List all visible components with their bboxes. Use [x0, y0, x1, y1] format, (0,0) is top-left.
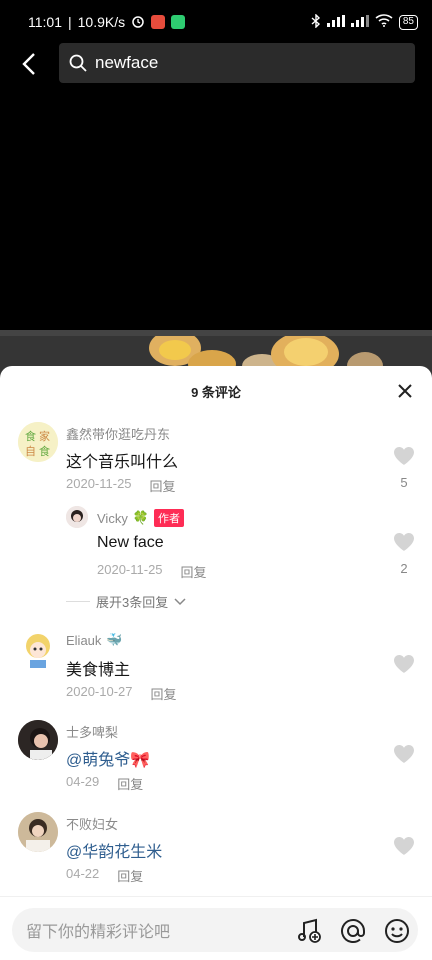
- mention-link[interactable]: @华韵花生米: [66, 838, 162, 862]
- close-icon: [398, 384, 412, 398]
- status-bar: 11:01 | 10.9K/s 85: [0, 0, 432, 44]
- comment-meta: 04-29 回复: [66, 774, 143, 793]
- avatar[interactable]: [18, 630, 58, 670]
- comment-text: 这个音乐叫什么: [66, 454, 179, 471]
- app-notification-icon: [151, 15, 166, 29]
- comment-input-placeholder: 留下你的精彩评论吧: [26, 924, 171, 941]
- reply-item[interactable]: Vicky 🍀 作者 New face 2020-11-25 回复 2: [0, 506, 432, 586]
- comment-username[interactable]: Eliauk 🐳: [66, 632, 123, 648]
- search-input[interactable]: newface: [59, 43, 415, 83]
- comment-username[interactable]: 鑫然带你逛吃丹东: [66, 424, 170, 443]
- comment-username[interactable]: 不败妇女: [66, 814, 118, 833]
- reply-button[interactable]: 回复: [151, 684, 177, 703]
- battery-level: 85: [398, 14, 418, 30]
- status-separator: |: [68, 14, 72, 30]
- comment-item[interactable]: Eliauk 🐳 美食博主 2020-10-27 回复: [0, 628, 432, 708]
- heart-icon: [394, 745, 414, 763]
- status-time: 11:01: [28, 14, 62, 30]
- username-text[interactable]: Vicky: [97, 511, 128, 526]
- expand-replies-button[interactable]: 展开3条回复: [66, 592, 186, 611]
- avatar[interactable]: 食家自食: [18, 422, 58, 462]
- like-count: 5: [400, 475, 408, 490]
- comment-date: 2020-11-25: [66, 476, 132, 491]
- search-header: newface: [0, 40, 432, 88]
- signal-icon-2: [350, 14, 369, 30]
- comment-date: 04-29: [66, 774, 100, 789]
- comment-date: 2020-10-27: [66, 684, 133, 699]
- comment-date: 04-22: [66, 866, 100, 881]
- svg-text:家: 家: [39, 429, 50, 443]
- network-speed: 10.9K/s: [77, 14, 126, 30]
- chevron-left-icon: [22, 53, 35, 75]
- heart-icon: [394, 837, 414, 855]
- comment-username[interactable]: 士多啤梨: [66, 722, 118, 741]
- close-button[interactable]: [398, 384, 414, 400]
- comments-sheet: 9 条评论 食家自食 鑫然带你逛吃丹东 这个音乐叫什么 2020-11-25 回…: [0, 366, 432, 960]
- reply-button[interactable]: 回复: [181, 562, 207, 581]
- avatar[interactable]: [66, 506, 88, 528]
- comment-item[interactable]: 士多啤梨 @萌兔爷🎀 04-29 回复: [0, 718, 432, 798]
- username-text[interactable]: 鑫然带你逛吃丹东: [66, 424, 170, 443]
- reply-button[interactable]: 回复: [117, 774, 143, 793]
- chevron-down-icon: [174, 597, 186, 605]
- mention-button[interactable]: [339, 917, 367, 945]
- like-button[interactable]: [392, 744, 416, 769]
- comment-date: 2020-11-25: [97, 562, 163, 577]
- comment-text: New face: [97, 534, 164, 551]
- like-button[interactable]: 2: [392, 532, 416, 576]
- author-badge: 作者: [154, 509, 185, 527]
- emoji-button[interactable]: [383, 917, 411, 945]
- comment-meta: 2020-10-27 回复: [66, 684, 177, 703]
- music-add-button[interactable]: [296, 917, 324, 945]
- username-text[interactable]: 士多啤梨: [66, 722, 118, 741]
- comments-header: 9 条评论: [0, 366, 432, 414]
- username-text[interactable]: 不败妇女: [66, 814, 118, 833]
- back-button[interactable]: [0, 40, 58, 88]
- username-text[interactable]: Eliauk: [66, 633, 101, 648]
- search-query: newface: [95, 53, 159, 72]
- bluetooth-icon: [311, 12, 321, 31]
- comment-item[interactable]: 食家自食 鑫然带你逛吃丹东 这个音乐叫什么 2020-11-25 回复 5: [0, 420, 432, 500]
- like-button[interactable]: 5: [392, 446, 416, 490]
- avatar[interactable]: [18, 720, 58, 760]
- clover-emoji: 🍀: [132, 510, 150, 525]
- alarm-icon: [131, 14, 145, 31]
- search-icon: [69, 54, 87, 72]
- comment-meta: 2020-11-25 回复: [97, 562, 207, 581]
- comment-text: 美食博主: [66, 662, 131, 679]
- divider-line: [66, 601, 90, 602]
- heart-icon: [394, 447, 414, 465]
- reply-username[interactable]: Vicky 🍀 作者: [97, 509, 185, 527]
- comment-input-bar: 留下你的精彩评论吧: [0, 896, 432, 960]
- signal-icon: [326, 14, 345, 30]
- comment-meta: 2020-11-25 回复: [66, 476, 176, 495]
- music-add-icon: [298, 918, 321, 943]
- like-count: 2: [400, 561, 408, 576]
- expand-replies-label: 展开3条回复: [96, 595, 169, 610]
- svg-text:食: 食: [25, 429, 36, 443]
- reply-button[interactable]: 回复: [117, 866, 143, 885]
- reply-button[interactable]: 回复: [150, 476, 176, 495]
- comment-meta: 04-22 回复: [66, 866, 143, 885]
- heart-icon: [394, 533, 414, 551]
- wechat-notification-icon: [171, 15, 186, 29]
- emoji-icon: [385, 919, 409, 943]
- heart-icon: [394, 655, 414, 673]
- mention-link[interactable]: @萌兔爷🎀: [66, 746, 150, 770]
- wifi-icon: [375, 14, 393, 30]
- avatar[interactable]: [18, 812, 58, 852]
- comment-item[interactable]: 不败妇女 @华韵花生米 04-22 回复: [0, 810, 432, 890]
- comments-title: 9 条评论: [191, 385, 241, 400]
- like-button[interactable]: [392, 836, 416, 861]
- like-button[interactable]: [392, 654, 416, 679]
- whale-emoji: 🐳: [106, 632, 123, 647]
- svg-text:食: 食: [39, 444, 50, 458]
- svg-text:自: 自: [25, 445, 36, 458]
- at-icon: [341, 919, 365, 943]
